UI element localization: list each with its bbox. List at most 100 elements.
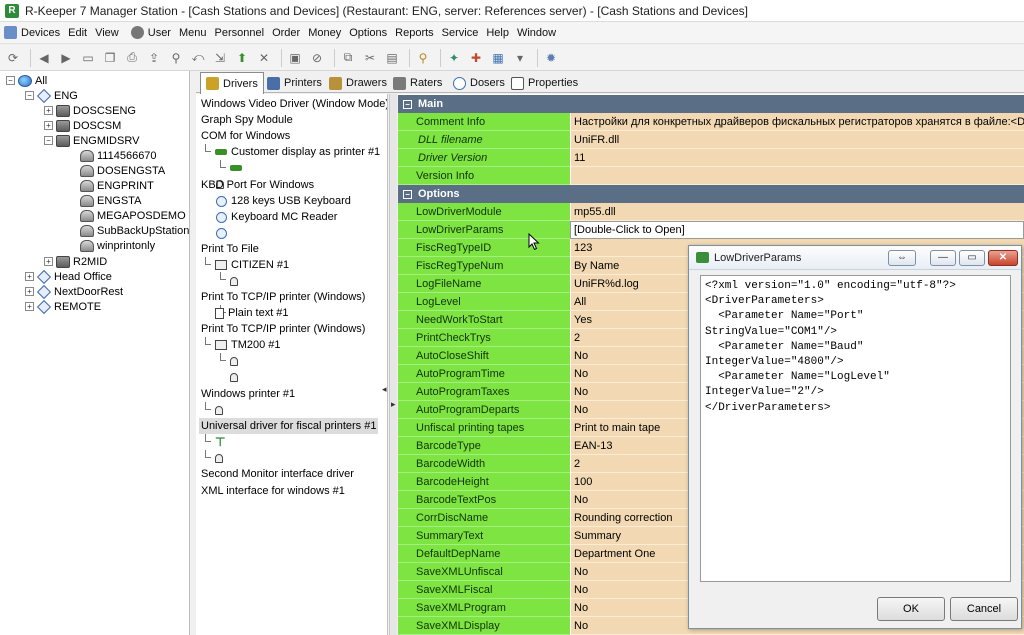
list-item[interactable] [215, 402, 227, 418]
expand-icon[interactable]: + [44, 121, 53, 130]
menu-options[interactable]: Options [349, 27, 395, 39]
new-icon[interactable]: ▭ [79, 49, 97, 67]
menu-service[interactable]: Service [442, 27, 487, 39]
paste-icon[interactable]: ▤ [383, 49, 401, 67]
list-item[interactable]: 128 keys USB Keyboard [216, 193, 351, 209]
list-item[interactable]: Print To TCP/IP printer (Windows) [201, 289, 365, 305]
delete-icon[interactable]: ✕ [255, 49, 273, 67]
refresh-icon[interactable]: ⟳ [4, 49, 22, 67]
menu-edit[interactable]: Edit [68, 27, 95, 39]
menu-money[interactable]: Money [308, 27, 349, 39]
tree-node-device[interactable]: MEGAPOSDEMO [80, 208, 186, 223]
menu-reports[interactable]: Reports [395, 27, 442, 39]
list-item[interactable]: Plain text #1 [215, 305, 289, 321]
menu-view[interactable]: View [95, 27, 127, 39]
tree-node-eng[interactable]: − ENG [25, 88, 78, 103]
list-item[interactable]: Windows Video Driver (Window Mode) [201, 96, 387, 112]
menu-menu[interactable]: Menu [179, 27, 215, 39]
property-row[interactable]: Version Info [398, 167, 1024, 185]
list-item[interactable] [216, 225, 227, 241]
menu-help[interactable]: Help [486, 27, 517, 39]
menu-personnel[interactable]: Personnel [215, 27, 273, 39]
copy-icon[interactable]: ⧉ [339, 49, 357, 67]
ok-button[interactable]: OK [877, 597, 945, 621]
tree-node-station[interactable]: + DOSCSENG [44, 103, 136, 118]
tree-node-restaurant[interactable]: + REMOTE [25, 299, 101, 314]
collapse-right-icon[interactable]: ▸ [391, 399, 396, 410]
property-row[interactable]: Comment Info Настройки для конкретных дра… [398, 113, 1024, 131]
list-item[interactable]: Customer display as printer #1 [215, 144, 380, 160]
group-main[interactable]: − Main [398, 95, 1024, 113]
list-item[interactable]: COM for Windows [201, 128, 290, 144]
expand-icon[interactable]: + [25, 287, 34, 296]
tab-drawers[interactable]: Drawers [324, 73, 392, 93]
low-driver-params-value[interactable]: [Double-Click to Open] [570, 221, 1024, 239]
list-item[interactable]: KBD Port For Windows [201, 177, 314, 193]
tree-node-station[interactable]: + DOSCSM [44, 118, 121, 133]
tab-properties[interactable]: Properties [506, 73, 583, 93]
menu-window[interactable]: Window [517, 27, 564, 39]
dropdown-icon[interactable]: ▾ [511, 49, 529, 67]
search-icon[interactable]: ⚲ [414, 49, 432, 67]
tree-node-device[interactable]: ENGPRINT [80, 178, 154, 193]
save-icon[interactable]: ▣ [286, 49, 304, 67]
dialog-titlebar[interactable]: LowDriverParams ⇔ — ▭ ✕ [689, 246, 1021, 270]
collapse-icon[interactable]: − [44, 136, 53, 145]
property-row[interactable]: LowDriverModule mp55.dll [398, 203, 1024, 221]
list-item[interactable]: Print To TCP/IP printer (Windows) [201, 321, 365, 337]
tab-dosers[interactable]: Dosers [448, 73, 510, 93]
forward-icon[interactable]: ▶ [57, 49, 75, 67]
restore-icon[interactable]: ⤺ [189, 49, 207, 67]
list-item[interactable]: TM200 #1 [215, 337, 281, 353]
list-item[interactable]: XML interface for windows #1 [201, 483, 345, 499]
close-button[interactable]: ✕ [988, 249, 1018, 266]
property-row[interactable]: DLL filename UniFR.dll [398, 131, 1024, 149]
tool-icon[interactable]: ✦ [445, 49, 463, 67]
tree-node-device[interactable]: DOSENGSTA [80, 163, 165, 178]
print-icon[interactable]: ⎙ [123, 49, 141, 67]
menu-devices[interactable]: Devices [0, 26, 68, 39]
tree-node-device[interactable]: ENGSTA [80, 193, 141, 208]
back-icon[interactable]: ◀ [35, 49, 53, 67]
panel-splitter[interactable]: ◂ ▸ [382, 94, 397, 635]
minimize-button[interactable]: — [930, 249, 956, 266]
list-item[interactable] [230, 369, 242, 385]
list-item[interactable] [215, 450, 227, 466]
tree-node-station[interactable]: − ENGMIDSRV [44, 133, 139, 148]
list-item[interactable] [230, 273, 242, 289]
property-row[interactable]: Driver Version 11 [398, 149, 1024, 167]
list-item[interactable]: Second Monitor interface driver [201, 466, 354, 482]
tree-node-all[interactable]: − All [6, 73, 47, 88]
tab-drivers[interactable]: Drivers [200, 72, 264, 94]
list-item[interactable] [230, 353, 242, 369]
collapse-icon[interactable]: − [25, 91, 34, 100]
expand-icon[interactable]: + [25, 272, 34, 281]
expand-icon[interactable]: + [25, 302, 34, 311]
list-item[interactable]: ⊤ [215, 434, 225, 450]
group-options[interactable]: − Options [398, 185, 1024, 203]
menu-order[interactable]: Order [272, 27, 308, 39]
menu-user[interactable]: User [127, 26, 179, 39]
cancel-icon[interactable]: ⊘ [308, 49, 326, 67]
collapse-icon[interactable]: − [403, 189, 412, 199]
list-item[interactable] [230, 160, 242, 176]
expand-icon[interactable]: + [44, 257, 53, 266]
collapse-left-icon[interactable]: ◂ [382, 384, 387, 395]
maximize-button[interactable]: ▭ [959, 249, 985, 266]
restore-arrows-button[interactable]: ⇔ [888, 249, 916, 266]
grid-icon[interactable]: ▦ [489, 49, 507, 67]
list-item[interactable]: Keyboard MC Reader [216, 209, 337, 225]
tree-node-restaurant[interactable]: + Head Office [25, 269, 112, 284]
list-item[interactable]: Windows printer #1 [201, 386, 295, 402]
export-icon[interactable]: ⇪ [145, 49, 163, 67]
tree-node-restaurant[interactable]: + NextDoorRest [25, 284, 123, 299]
list-item-selected[interactable]: Universal driver for fiscal printers #1 [199, 418, 379, 434]
tree-node-device[interactable]: winprintonly [80, 238, 155, 253]
expand-icon[interactable]: + [44, 106, 53, 115]
cut-icon[interactable]: ✂ [361, 49, 379, 67]
tree-node-device[interactable]: SubBackUpStation [80, 223, 189, 238]
list-item[interactable]: Graph Spy Module [201, 112, 293, 128]
palette-icon[interactable]: ✚ [467, 49, 485, 67]
tab-raters[interactable]: Raters [388, 73, 447, 93]
list-item[interactable]: CITIZEN #1 [215, 257, 289, 273]
